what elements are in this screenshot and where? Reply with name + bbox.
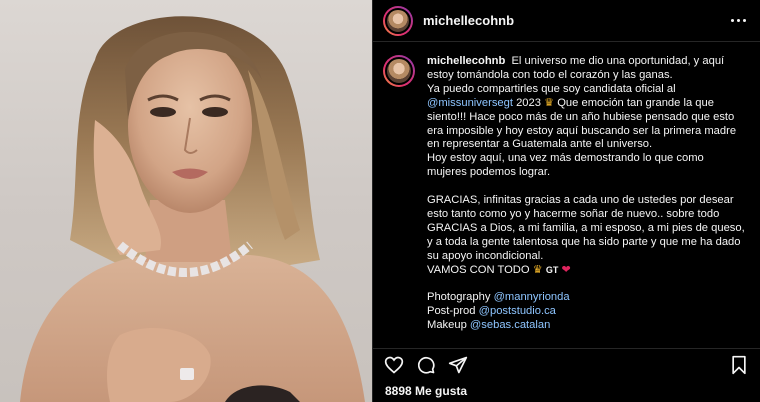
postprod-label: Post-prod bbox=[427, 305, 476, 318]
portrait-image bbox=[20, 16, 365, 402]
heart-outline-icon[interactable] bbox=[383, 354, 405, 376]
photography-label: Photography bbox=[427, 291, 491, 304]
caption-text: michellecohnb El universo me dio una opo… bbox=[427, 55, 746, 348]
mention-missuniversegt[interactable]: @missuniversegt bbox=[427, 97, 513, 109]
mention-poststudio[interactable]: @poststudio.ca bbox=[479, 305, 556, 317]
post-photo[interactable] bbox=[0, 0, 372, 402]
caption-avatar[interactable] bbox=[383, 55, 415, 87]
avatar[interactable] bbox=[383, 5, 413, 36]
crown-emoji-icon: ♛ bbox=[544, 96, 555, 109]
comment-bubble-icon[interactable] bbox=[415, 354, 437, 376]
caption-container: michellecohnb El universo me dio una opo… bbox=[373, 43, 760, 348]
paper-plane-icon[interactable] bbox=[447, 354, 469, 376]
more-horizontal-icon[interactable] bbox=[729, 11, 748, 31]
caption-line-3: Hoy estoy aquí, una vez más demostrando … bbox=[427, 152, 704, 179]
likes-count[interactable]: 8898 Me gusta bbox=[385, 384, 467, 398]
caption-username[interactable]: michellecohnb bbox=[427, 55, 505, 67]
post-detail-panel: michellecohnb michellecohnb El universo … bbox=[372, 0, 760, 402]
caption-year: 2023 bbox=[516, 96, 541, 109]
crown-emoji-icon: ♛ bbox=[532, 263, 543, 276]
mention-mannyrionda[interactable]: @mannyrionda bbox=[494, 291, 570, 303]
post-author-username[interactable]: michellecohnb bbox=[423, 13, 514, 28]
instagram-post-modal: michellecohnb michellecohnb El universo … bbox=[0, 0, 760, 402]
post-actions-bar bbox=[373, 348, 760, 380]
post-header: michellecohnb bbox=[373, 0, 760, 42]
makeup-label: Makeup bbox=[427, 319, 467, 332]
caption-line-2a: Ya puedo compartirles que soy candidata … bbox=[427, 82, 676, 95]
caption-line-4: GRACIAS, infinitas gracias a cada uno de… bbox=[427, 194, 745, 262]
mention-sebas-catalan[interactable]: @sebas.catalan bbox=[470, 319, 550, 331]
red-heart-emoji-icon: ❤ bbox=[561, 263, 571, 276]
gt-flag-text: GT bbox=[545, 264, 559, 275]
caption-line-5: VAMOS CON TODO bbox=[427, 263, 530, 276]
bookmark-icon[interactable] bbox=[728, 354, 750, 376]
